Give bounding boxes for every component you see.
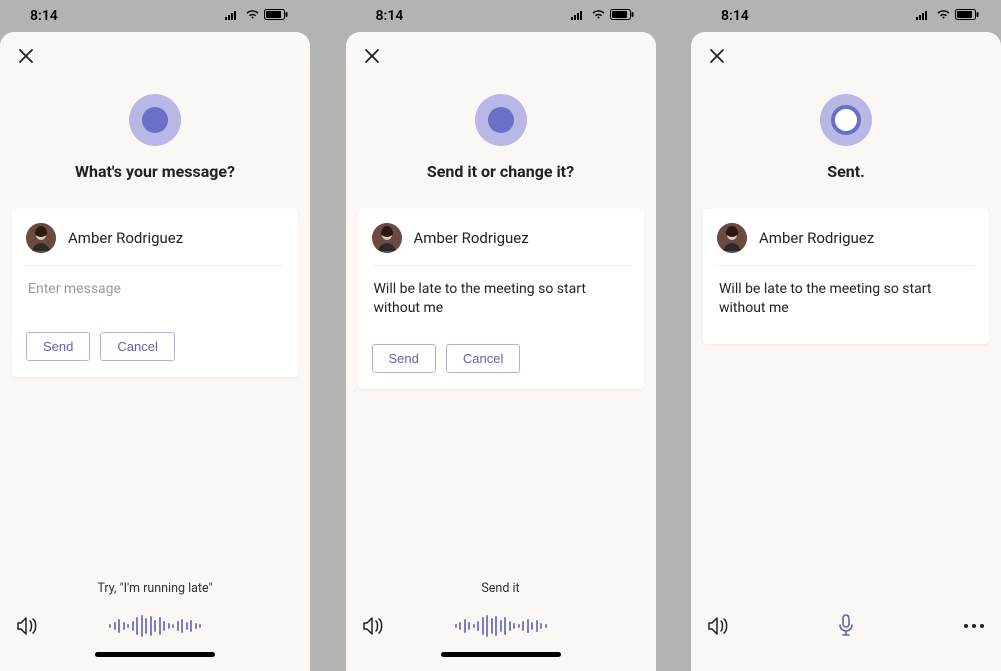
battery-icon — [264, 8, 288, 24]
more-icon[interactable] — [963, 623, 985, 629]
cortana-orb — [820, 94, 872, 146]
home-indicator[interactable] — [95, 652, 215, 657]
home-indicator[interactable] — [441, 652, 561, 657]
recipient-row: Amber Rodriguez — [26, 223, 284, 266]
waveform-icon — [455, 613, 547, 639]
send-button[interactable]: Send — [372, 344, 436, 373]
status-icons — [571, 8, 634, 24]
recipient-name: Amber Rodriguez — [68, 229, 183, 247]
message-input[interactable]: Will be late to the meeting so start wit… — [372, 266, 630, 342]
wifi-icon — [245, 8, 260, 24]
bottom-bar: Send it — [346, 581, 656, 671]
status-time: 8:14 — [30, 8, 58, 24]
phone-mockup-2: 8:14 Send it or change it? Amber Rodrigu… — [346, 0, 656, 671]
message-card: Amber Rodriguez Will be late to the meet… — [358, 209, 644, 389]
message-card: Amber Rodriguez Will be late to the meet… — [703, 209, 989, 344]
waveform-icon — [109, 613, 201, 639]
battery-icon — [610, 8, 634, 24]
recipient-row: Amber Rodriguez — [372, 223, 630, 266]
wifi-icon — [936, 8, 951, 24]
speaker-icon[interactable] — [362, 615, 384, 637]
cancel-button[interactable]: Cancel — [100, 332, 174, 361]
status-bar: 8:14 — [0, 0, 310, 32]
app-screen: Sent. Amber Rodriguez Will be late to th… — [691, 32, 1001, 671]
prompt-text: Send it or change it? — [346, 162, 656, 181]
voice-hint: Send it — [362, 581, 640, 596]
voice-hint: Try, "I'm running late" — [16, 581, 294, 596]
prompt-text: Sent. — [691, 162, 1001, 181]
cortana-orb-inner — [488, 107, 514, 133]
wifi-icon — [591, 8, 606, 24]
bottom-bar — [691, 604, 1001, 671]
bottom-bar: Try, "I'm running late" — [0, 581, 310, 671]
message-text: Will be late to the meeting so start wit… — [717, 266, 975, 328]
status-icons — [916, 8, 979, 24]
avatar — [372, 223, 402, 253]
prompt-text: What's your message? — [0, 162, 310, 181]
send-button[interactable]: Send — [26, 332, 90, 361]
app-screen: Send it or change it? Amber Rodriguez Wi… — [346, 32, 656, 671]
cortana-orb-inner — [831, 105, 861, 135]
status-bar: 8:14 — [346, 0, 656, 32]
cancel-button[interactable]: Cancel — [446, 344, 520, 373]
phone-mockup-1: 8:14 What's your message? Amber Rodrigue… — [0, 0, 310, 671]
close-button[interactable] — [707, 46, 727, 66]
avatar — [26, 223, 56, 253]
speaker-icon[interactable] — [707, 615, 729, 637]
signal-icon — [916, 8, 932, 24]
avatar — [717, 223, 747, 253]
recipient-name: Amber Rodriguez — [759, 229, 874, 247]
status-time: 8:14 — [721, 8, 749, 24]
recipient-name: Amber Rodriguez — [414, 229, 529, 247]
cortana-orb-inner — [142, 107, 168, 133]
message-input[interactable]: Enter message — [26, 266, 284, 330]
battery-icon — [955, 8, 979, 24]
app-screen: What's your message? Amber Rodriguez Ent… — [0, 32, 310, 671]
microphone-icon[interactable] — [835, 615, 857, 637]
signal-icon — [571, 8, 587, 24]
status-time: 8:14 — [376, 8, 404, 24]
phone-mockup-3: 8:14 Sent. Amber Rodriguez Will be late … — [691, 0, 1001, 671]
status-bar: 8:14 — [691, 0, 1001, 32]
signal-icon — [225, 8, 241, 24]
recipient-row: Amber Rodriguez — [717, 223, 975, 266]
close-button[interactable] — [362, 46, 382, 66]
cortana-orb — [475, 94, 527, 146]
close-button[interactable] — [16, 46, 36, 66]
status-icons — [225, 8, 288, 24]
speaker-icon[interactable] — [16, 615, 38, 637]
cortana-orb — [129, 94, 181, 146]
message-card: Amber Rodriguez Enter message Send Cance… — [12, 209, 298, 377]
